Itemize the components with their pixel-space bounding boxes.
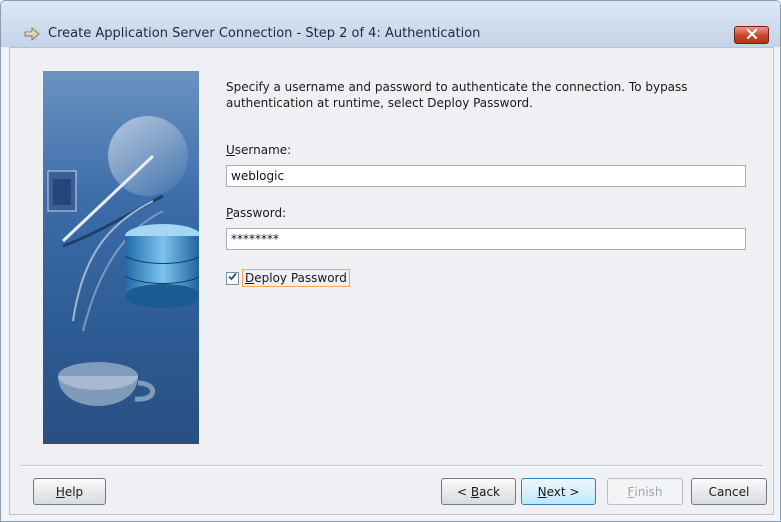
close-button[interactable] xyxy=(734,26,769,44)
cancel-button[interactable]: Cancel xyxy=(691,478,767,505)
username-input[interactable] xyxy=(226,165,746,187)
deploy-password-checkbox[interactable] xyxy=(226,271,239,285)
username-label: Username: xyxy=(226,143,292,157)
window-title: Create Application Server Connection - S… xyxy=(48,26,481,41)
divider xyxy=(20,465,763,467)
finish-button[interactable]: Finish xyxy=(607,478,683,505)
server-database-illustration xyxy=(43,71,199,444)
back-button[interactable]: < Back xyxy=(441,478,516,505)
instructions-text: Specify a username and password to authe… xyxy=(226,80,688,110)
password-label: Password: xyxy=(226,206,287,220)
help-button[interactable]: Help xyxy=(33,478,106,505)
deploy-password-label[interactable]: Deploy Password xyxy=(242,269,350,287)
dialog-body: Specify a username and password to authe… xyxy=(9,47,774,515)
title-bar[interactable]: Create Application Server Connection - S… xyxy=(1,1,780,47)
connection-arrow-icon xyxy=(23,25,41,43)
dialog-window: Create Application Server Connection - S… xyxy=(0,0,781,522)
checkmark-icon xyxy=(227,271,238,285)
next-button[interactable]: Next > xyxy=(521,478,596,505)
password-input[interactable] xyxy=(226,228,746,250)
deploy-password-option[interactable]: Deploy Password xyxy=(226,268,350,288)
close-icon xyxy=(746,28,758,42)
